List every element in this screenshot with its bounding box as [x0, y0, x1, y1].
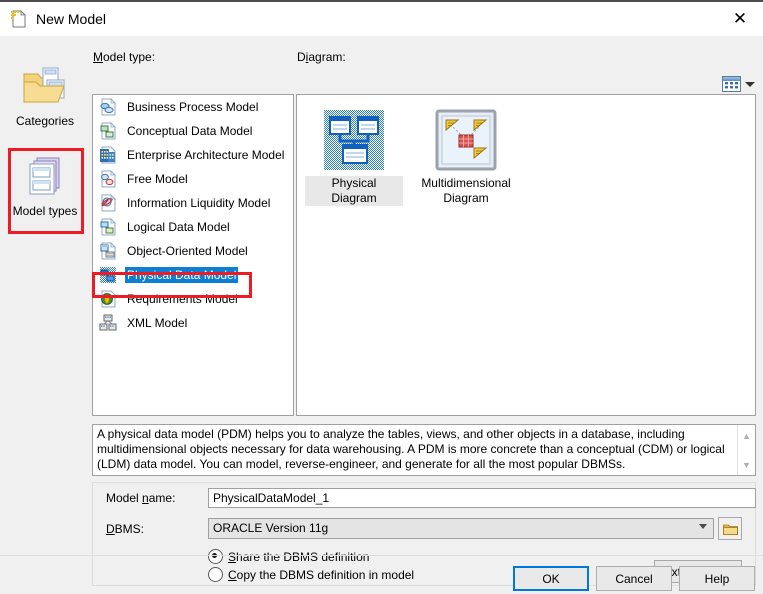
object-oriented-model-icon — [99, 242, 117, 260]
folder-browse-icon — [722, 523, 738, 535]
radio-copy-dbms[interactable]: Copy the DBMS definition in model — [208, 567, 414, 582]
scroll-up-arrow[interactable]: ▲ — [738, 427, 755, 444]
close-icon[interactable]: ✕ — [717, 2, 763, 36]
radio-label-rest: opy the DBMS definition in model — [236, 567, 415, 582]
ok-button[interactable]: OK — [513, 566, 589, 591]
radio-button[interactable] — [208, 549, 223, 564]
physical-diagram-icon — [323, 109, 385, 171]
list-item[interactable]: Information Liquidity Model — [93, 191, 293, 215]
rail-item-label: Model types — [12, 204, 78, 218]
information-liquidity-model-icon — [99, 194, 117, 212]
diagram-item-physical[interactable]: Physical Diagram — [305, 103, 403, 206]
multidimensional-diagram-icon — [435, 109, 497, 171]
model-type-label: Model type: — [93, 50, 156, 64]
list-item[interactable]: XML Model — [93, 311, 293, 335]
diagram-item-label: Physical Diagram — [305, 176, 403, 206]
list-item-physical-data-model[interactable]: Physical Data Model — [93, 263, 293, 287]
list-item[interactable]: Logical Data Model — [93, 215, 293, 239]
diagram-item-label: Multidimensional Diagram — [421, 176, 511, 205]
list-item[interactable]: Conceptual Data Model — [93, 119, 293, 143]
diagram-label: Diagram: — [297, 50, 346, 64]
list-item-label: Business Process Model — [127, 100, 259, 114]
list-item[interactable]: Free Model — [93, 167, 293, 191]
dbms-select[interactable]: ORACLE Version 11g — [208, 518, 714, 539]
title-bar: New Model ✕ — [0, 2, 763, 36]
list-item-label: Object-Oriented Model — [127, 244, 248, 258]
stacked-models-icon — [21, 154, 69, 200]
list-item-label: Free Model — [127, 172, 188, 186]
conceptual-data-model-icon — [99, 122, 117, 140]
view-mode-toggle[interactable] — [722, 76, 755, 92]
radio-label-rest: hare the DBMS definition — [236, 549, 370, 564]
chevron-down-icon — [699, 524, 707, 529]
list-item-label: Information Liquidity Model — [127, 196, 271, 210]
dialog-body: Categories Model types Model type: Diagr… — [0, 36, 763, 594]
diagram-item-multidimensional[interactable]: Multidimensional Diagram — [417, 103, 515, 206]
model-name-label: Model name: — [106, 491, 176, 505]
dbms-label: DBMS: — [106, 522, 145, 536]
chevron-down-icon[interactable] — [745, 81, 755, 87]
list-item-label: Physical Data Model — [125, 267, 239, 283]
left-rail: Categories Model types — [0, 36, 88, 594]
enterprise-architecture-model-icon — [99, 146, 117, 164]
list-item-label: Logical Data Model — [127, 220, 230, 234]
physical-data-model-icon — [99, 266, 117, 284]
model-type-list[interactable]: Business Process Model Conceptual Data M… — [92, 94, 294, 416]
radio-label: Share the DBMS definition — [228, 549, 370, 564]
description-text: A physical data model (PDM) helps you to… — [97, 427, 725, 471]
list-item[interactable]: Business Process Model — [93, 95, 293, 119]
requirements-model-icon — [99, 290, 117, 308]
list-item[interactable]: Requirements Model — [93, 287, 293, 311]
footer-divider — [0, 555, 763, 556]
free-model-icon — [99, 170, 117, 188]
dbms-selected-value: ORACLE Version 11g — [213, 521, 329, 535]
help-button[interactable]: Help — [679, 566, 755, 591]
diagram-list[interactable]: Physical Diagram Multidimensional Diagra… — [296, 94, 756, 416]
radio-label: Copy the DBMS definition in model — [228, 567, 415, 582]
list-item-label: XML Model — [127, 316, 188, 330]
description-scrollbar[interactable]: ▲ ▼ — [737, 425, 755, 475]
rail-item-label: Categories — [15, 114, 75, 128]
scroll-down-arrow[interactable]: ▼ — [738, 456, 755, 473]
list-item[interactable]: Object-Oriented Model — [93, 239, 293, 263]
business-process-model-icon — [99, 98, 117, 116]
new-model-dialog: New Model ✕ Categories Model types Model… — [0, 0, 763, 594]
window-title: New Model — [36, 11, 107, 27]
rail-item-model-types[interactable]: Model types — [8, 154, 82, 218]
rail-item-categories[interactable]: Categories — [8, 64, 82, 128]
description-panel: A physical data model (PDM) helps you to… — [92, 424, 756, 476]
radio-button[interactable] — [208, 567, 223, 582]
new-model-document-icon — [10, 10, 28, 28]
list-item-label: Conceptual Data Model — [127, 124, 253, 138]
list-item-label: Requirements Model — [127, 292, 238, 306]
cancel-button[interactable]: Cancel — [596, 566, 672, 591]
logical-data-model-icon — [99, 218, 117, 236]
list-item-label: Enterprise Architecture Model — [127, 148, 285, 162]
radio-share-dbms[interactable]: Share the DBMS definition — [208, 549, 369, 564]
xml-model-icon — [99, 314, 117, 332]
list-item[interactable]: Enterprise Architecture Model — [93, 143, 293, 167]
dbms-browse-button[interactable] — [718, 517, 742, 540]
view-mode-icon[interactable] — [722, 76, 741, 92]
folder-models-icon — [21, 64, 69, 110]
model-name-input[interactable] — [208, 488, 756, 508]
